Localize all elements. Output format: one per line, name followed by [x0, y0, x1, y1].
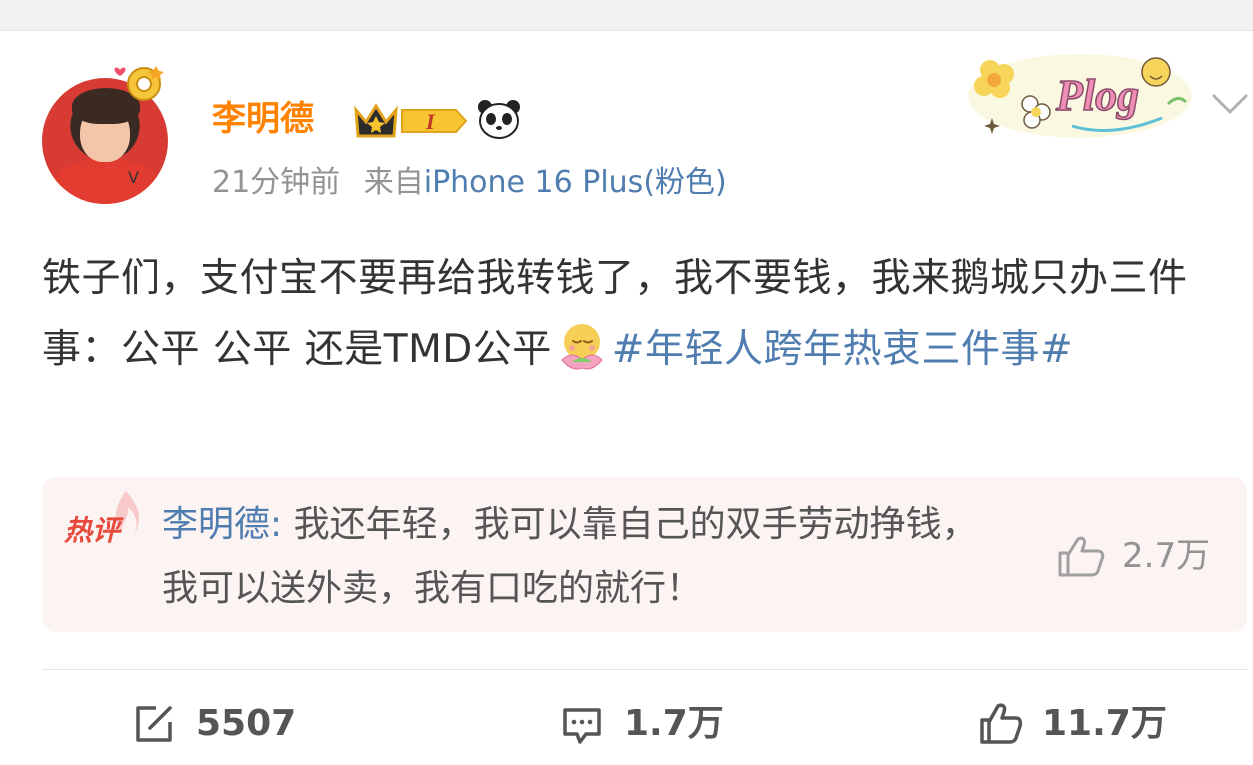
post-content: 铁子们，支付宝不要再给我转钱了，我不要钱，我来鹅城只办三件事：公平 公平 还是T…	[42, 243, 1242, 385]
verified-v-icon: V	[128, 168, 139, 187]
smiley-icon	[1141, 57, 1171, 87]
like-count: 11.7万	[1042, 703, 1167, 744]
topic-link[interactable]: #年轻人跨年热衷三件事#	[612, 327, 1073, 372]
repost-button[interactable]: 5507	[132, 700, 296, 748]
member-level: I	[425, 109, 436, 134]
vip-crown-badge-icon: I	[354, 103, 468, 138]
top-bar	[0, 0, 1253, 31]
hot-comment[interactable]: 热评 李明德: 我还年轻，我可以靠自己的双手劳动挣钱，我可以送外卖，我有口吃的就…	[42, 477, 1247, 632]
divider	[42, 669, 1247, 670]
plog-sticker: Plog	[968, 54, 1192, 138]
smiling-lotus-emoji-icon	[561, 324, 603, 370]
plog-text: Plog	[1055, 71, 1139, 120]
avatar-pendant-icon	[114, 66, 164, 101]
username[interactable]: 李明德	[212, 96, 314, 142]
chevron-down-icon[interactable]	[1210, 92, 1250, 116]
post-meta: 21分钟前 来自iPhone 16 Plus(粉色)	[212, 163, 727, 203]
source-prefix: 来自	[363, 165, 424, 200]
comment-count: 1.7万	[624, 703, 724, 744]
hot-comment-body: 李明德: 我还年轻，我可以靠自己的双手劳动挣钱，我可以送外卖，我有口吃的就行！	[162, 493, 1002, 621]
post-time: 21分钟前	[212, 165, 341, 200]
repost-count: 5507	[196, 703, 297, 744]
hot-comment-tag: 热评	[64, 514, 121, 547]
panda-icon	[478, 100, 520, 139]
repost-icon	[136, 706, 172, 742]
post-source[interactable]: iPhone 16 Plus(粉色)	[424, 165, 727, 200]
comment-button[interactable]: 1.7万	[560, 700, 724, 748]
thumbs-up-icon[interactable]	[1056, 533, 1106, 579]
hot-comment-like-count: 2.7万	[1122, 536, 1211, 576]
hot-comment-text: 我还年轻，我可以靠自己的双手劳动挣钱，我可以送外卖，我有口吃的就行！	[162, 504, 978, 609]
like-icon	[980, 703, 1022, 744]
comment-icon	[563, 708, 601, 744]
like-button[interactable]: 11.7万	[978, 700, 1167, 748]
hot-comment-author[interactable]: 李明德:	[162, 504, 282, 545]
